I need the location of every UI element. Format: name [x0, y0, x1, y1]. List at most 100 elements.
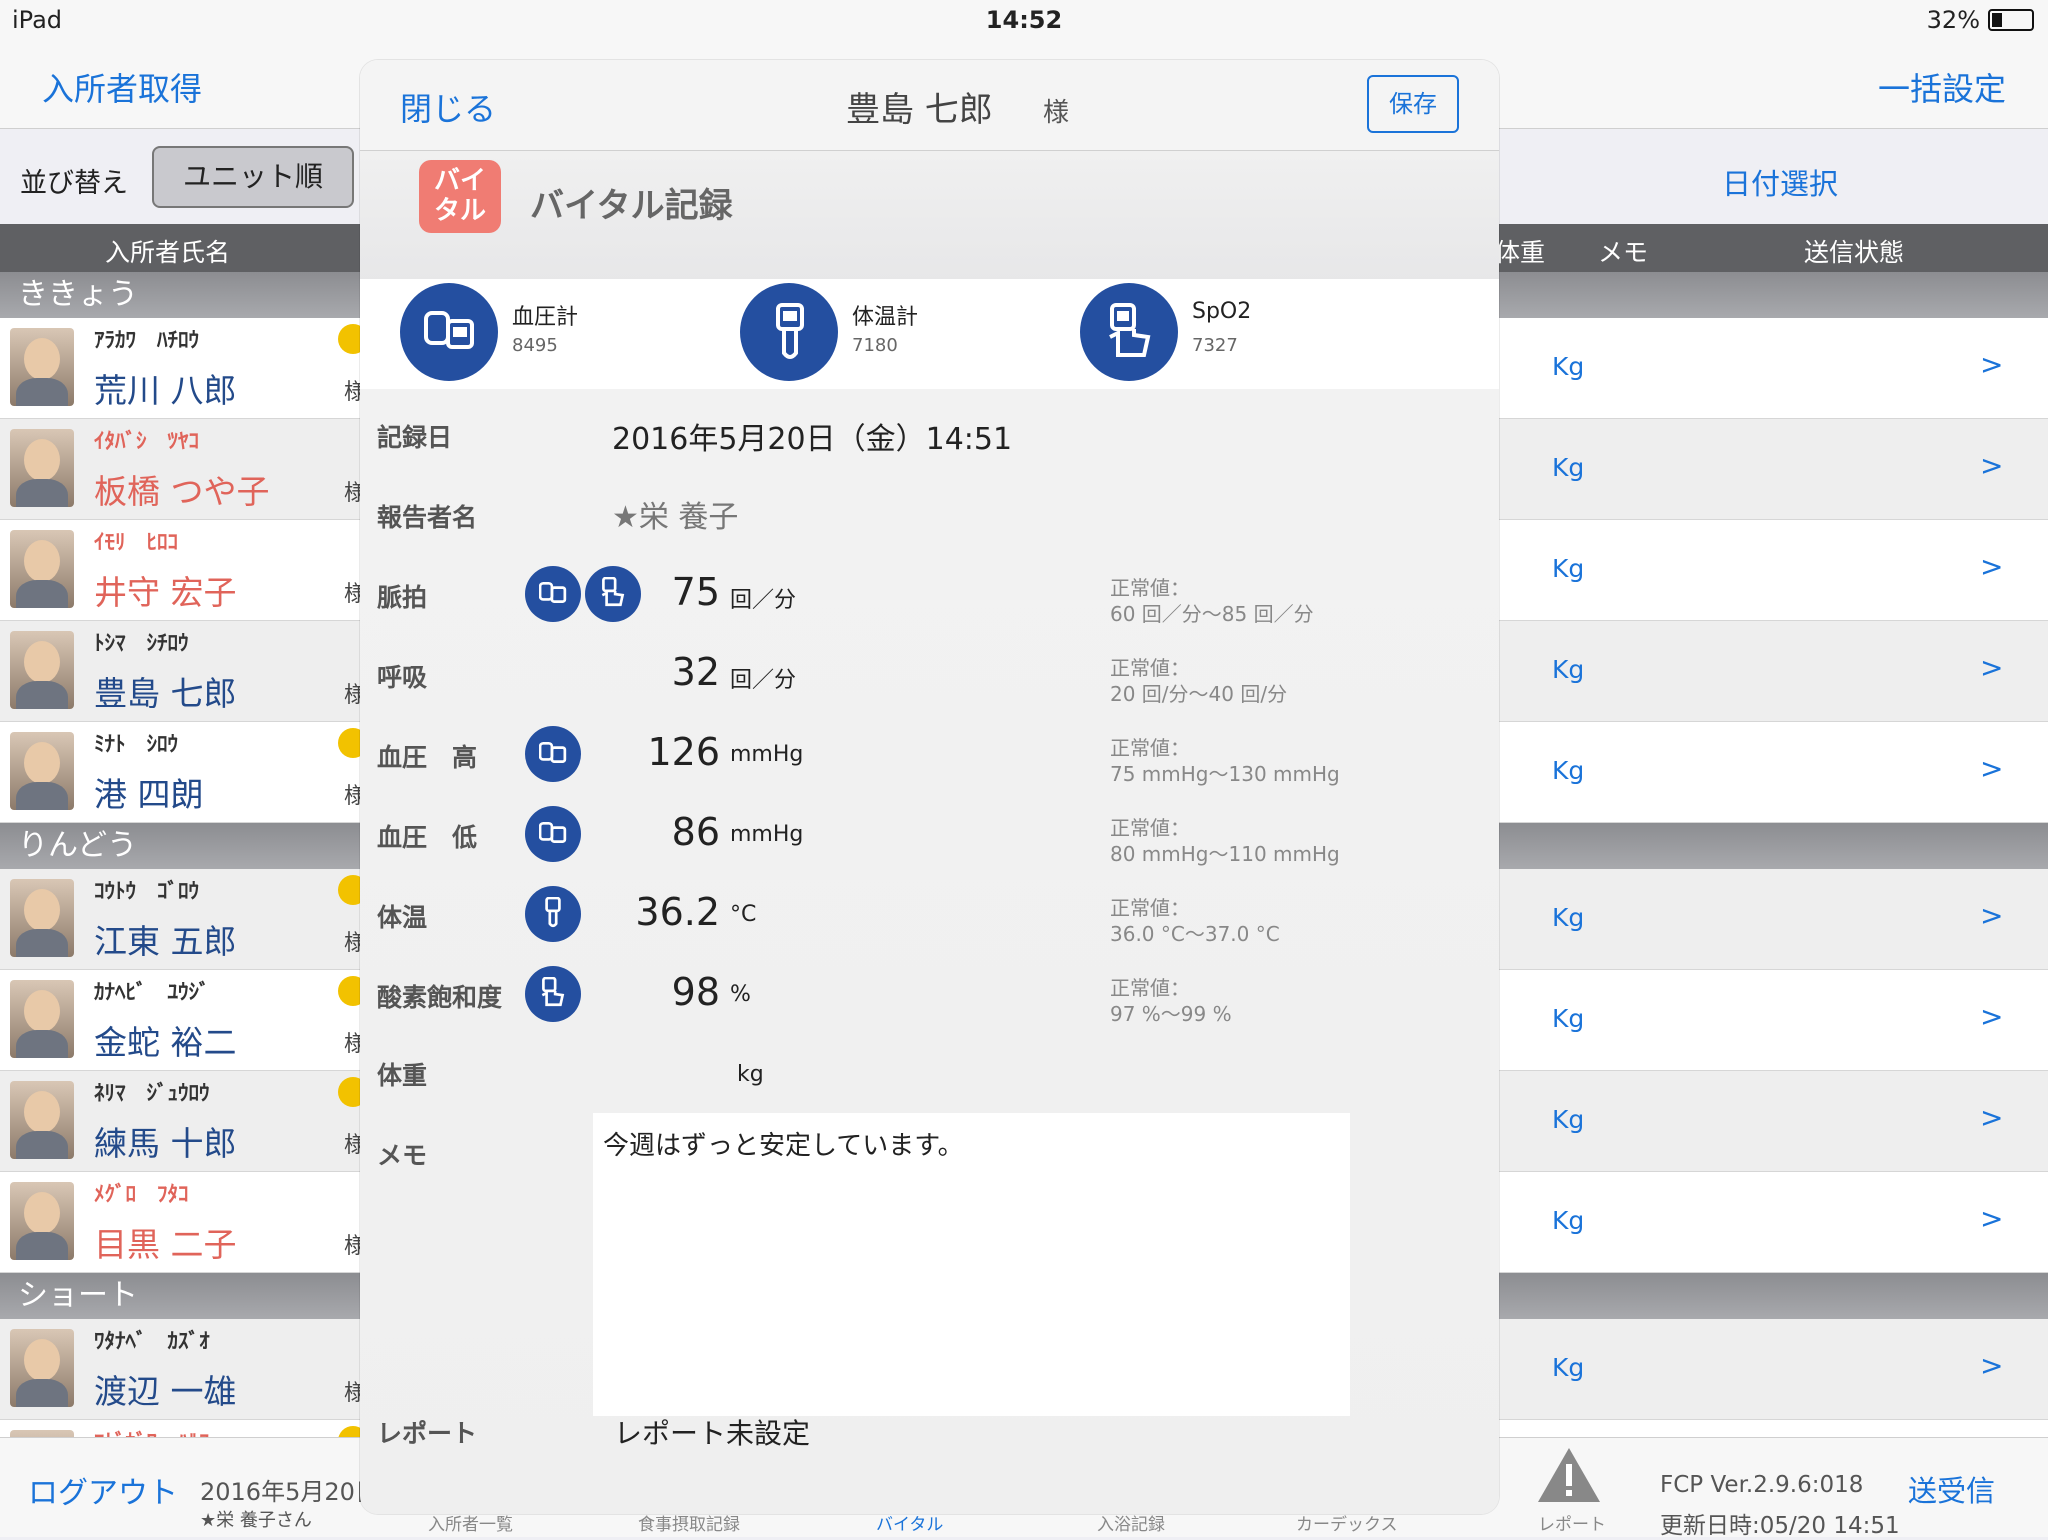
chevron-right-icon[interactable]: > — [1980, 1101, 2003, 1134]
footer-date: 2016年5月20日 — [200, 1478, 379, 1506]
memo-label: メモ — [377, 1141, 428, 1170]
save-button[interactable]: 保存 — [1367, 75, 1459, 133]
vital-label: 呼吸 — [377, 663, 428, 692]
vital-label: 酸素飽和度 — [377, 983, 503, 1012]
thermometer-icon[interactable] — [525, 886, 581, 942]
record-date-label: 記録日 — [377, 423, 453, 452]
resident-name: 荒川 八郎 — [94, 371, 237, 410]
resident-name: 港 四朗 — [94, 775, 204, 814]
resident-kana: ﾈﾘﾏ ｼﾞｭｳﾛｳ — [94, 1081, 210, 1105]
date-select-button[interactable]: 日付選択 — [1722, 161, 1838, 203]
vital-record-modal: 閉じる 豊島 七郎 様 保存 バイ タル バイタル記録 血圧計 8495 体温計… — [360, 60, 1499, 1514]
pulse-oximeter-icon — [1080, 283, 1178, 381]
chevron-right-icon[interactable]: > — [1980, 550, 2003, 583]
avatar — [10, 980, 74, 1058]
resident-kana: ｴﾄﾞｶﾞﾜ ﾊﾙｺ — [94, 1426, 210, 1437]
patient-name: 豊島 七郎 — [846, 90, 993, 130]
vital-value[interactable]: 98 — [610, 970, 720, 1014]
chevron-right-icon[interactable]: > — [1980, 449, 2003, 482]
resident-name: 目黒 二子 — [94, 1225, 237, 1264]
vital-value[interactable]: 86 — [610, 810, 720, 854]
normal-range-label: 正常値： — [1110, 656, 1190, 680]
avatar — [10, 732, 74, 810]
blood-pressure-monitor-icon[interactable] — [525, 726, 581, 782]
footer-user: ★栄 養子さん — [200, 1510, 312, 1531]
battery-area: 32% — [1927, 6, 2034, 34]
sort-unit-button[interactable]: ユニット順 — [152, 146, 354, 208]
header-memo: メモ — [1598, 238, 1649, 267]
header-name: 入所者氏名 — [105, 238, 231, 267]
warning-icon[interactable] — [1536, 1446, 1602, 1504]
memo-textarea[interactable]: 今週はずっと安定しています。 — [593, 1113, 1350, 1416]
record-date-value[interactable]: 2016年5月20日（金）14:51 — [612, 414, 1012, 458]
fetch-residents-button[interactable]: 入所者取得 — [42, 64, 202, 110]
chevron-right-icon[interactable]: > — [1980, 1000, 2003, 1033]
memo-text: 今週はずっと安定しています。 — [603, 1131, 964, 1161]
normal-range-value: 36.0 °C〜37.0 °C — [1110, 922, 1280, 946]
avatar — [10, 429, 74, 507]
resident-kana: ﾒｸﾞﾛ ﾌﾀｺ — [94, 1182, 189, 1206]
resident-name: 金蛇 裕二 — [94, 1023, 237, 1062]
tab-report[interactable]: レポート — [1538, 1510, 1606, 1535]
device-code: 7180 — [852, 335, 898, 356]
clock: 14:52 — [985, 6, 1063, 34]
reporter-value[interactable]: ★栄 養子 — [612, 492, 738, 536]
vital-value[interactable]: 36.2 — [610, 890, 720, 934]
avatar — [10, 1081, 74, 1159]
normal-range-value: 75 mmHg〜130 mmHg — [1110, 762, 1340, 786]
weight-unit: Kg — [1552, 903, 1585, 932]
avatar — [10, 1329, 74, 1407]
patient-suffix: 様 — [1043, 98, 1070, 128]
vital-label: 血圧 高 — [377, 743, 478, 772]
chevron-right-icon[interactable]: > — [1980, 899, 2003, 932]
reporter-label: 報告者名 — [377, 503, 478, 532]
weight-unit: Kg — [1552, 655, 1585, 684]
normal-range-label: 正常値： — [1110, 576, 1190, 600]
weight-unit: Kg — [1552, 1105, 1585, 1134]
close-button[interactable]: 閉じる — [400, 84, 496, 130]
chevron-right-icon[interactable]: > — [1980, 1349, 2003, 1382]
chevron-right-icon[interactable]: > — [1980, 651, 2003, 684]
pulse-oximeter-icon[interactable] — [525, 966, 581, 1022]
resident-kana: ｲﾓﾘ ﾋﾛｺ — [94, 530, 178, 554]
resident-kana: ｺｳﾄｳ ｺﾞﾛｳ — [94, 879, 199, 903]
vital-unit: mmHg — [730, 822, 804, 847]
vital-label: 血圧 低 — [377, 823, 478, 852]
vital-value[interactable]: 126 — [610, 730, 720, 774]
weight-unit: Kg — [1552, 1353, 1585, 1382]
resident-name: 渡辺 一雄 — [94, 1372, 237, 1411]
device-name: SpO2 — [1192, 299, 1252, 324]
avatar — [10, 1182, 74, 1260]
vital-value[interactable]: 32 — [610, 650, 720, 694]
weight-unit: Kg — [1552, 453, 1585, 482]
weight-unit: Kg — [1552, 1004, 1585, 1033]
vital-value[interactable]: 75 — [610, 570, 720, 614]
normal-range-value: 97 %〜99 % — [1110, 1002, 1232, 1026]
resident-kana: ｱﾗｶﾜ ﾊﾁﾛｳ — [94, 328, 199, 352]
logout-button[interactable]: ログアウト — [28, 1468, 178, 1512]
report-value[interactable]: レポート未設定 — [614, 1412, 810, 1452]
chevron-right-icon[interactable]: > — [1980, 752, 2003, 785]
vital-unit: °C — [730, 902, 757, 927]
device-name: 血圧計 — [512, 305, 579, 330]
blood-pressure-monitor-icon[interactable] — [525, 806, 581, 862]
chevron-right-icon[interactable]: > — [1980, 348, 2003, 381]
bulk-settings-button[interactable]: 一括設定 — [1878, 64, 2006, 110]
modal-header: 閉じる 豊島 七郎 様 保存 — [360, 60, 1499, 151]
sync-button[interactable]: 送受信 — [1908, 1468, 1995, 1510]
resident-name: 板橋 つや子 — [94, 472, 270, 511]
header-send-status: 送信状態 — [1804, 238, 1905, 267]
resident-name: 練馬 十郎 — [94, 1124, 237, 1163]
report-label: レポート — [377, 1419, 478, 1448]
weight-unit: kg — [737, 1062, 764, 1087]
blood-pressure-monitor-icon[interactable] — [525, 566, 581, 622]
device-code: 7327 — [1192, 335, 1238, 356]
vital-unit: mmHg — [730, 742, 804, 767]
normal-range-label: 正常値： — [1110, 976, 1190, 1000]
battery-percent: 32% — [1926, 6, 1980, 34]
normal-range-value: 20 回/分〜40 回/分 — [1110, 682, 1288, 706]
normal-range-value: 60 回／分〜85 回／分 — [1110, 602, 1314, 626]
blood-pressure-monitor-icon — [400, 283, 498, 381]
normal-range-label: 正常値： — [1110, 896, 1190, 920]
chevron-right-icon[interactable]: > — [1980, 1202, 2003, 1235]
